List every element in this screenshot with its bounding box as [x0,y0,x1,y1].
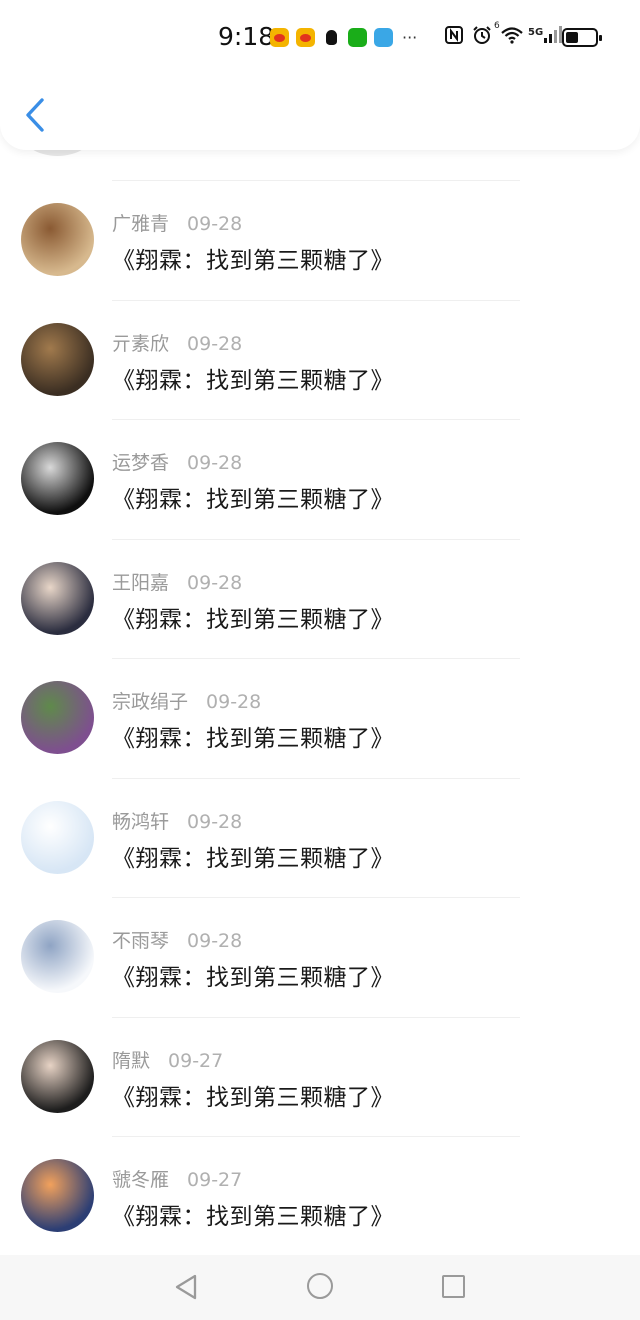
circle-home-icon[interactable] [307,1273,333,1299]
username[interactable]: 隋默 [112,1050,150,1072]
avatar[interactable] [21,1039,94,1113]
alarm-icon [473,26,491,44]
username[interactable]: 畅鸿轩 [112,811,169,833]
username[interactable]: 宗政绢子 [112,691,188,713]
comment-meta: 宗政绢子 09-28 [112,687,261,714]
comment-date: 09-28 [187,332,243,355]
avatar[interactable] [21,322,94,396]
more-notifications-icon: ··· [402,28,418,47]
notification-icons: ··· [270,28,417,47]
list-item[interactable]: 运梦香 09-28 《翔霖：找到第三颗糖了》 [0,420,640,540]
comment-text[interactable]: 《翔霖：找到第三颗糖了》 [112,1078,394,1112]
comment-text[interactable]: 《翔霖：找到第三颗糖了》 [112,839,394,873]
list-item[interactable]: 隋默 09-27 《翔霖：找到第三颗糖了》 [0,1018,640,1138]
comment-text[interactable]: 《翔霖：找到第三颗糖了》 [112,1197,394,1231]
avatar[interactable] [21,203,94,276]
comment-list[interactable]: 广雅青 09-28 《翔霖：找到第三颗糖了》 亓素欣 09-28 《翔霖：找到第三颗糖了》… [0,0,640,1255]
system-icons: 6 5G [444,21,562,45]
list-item[interactable]: 广雅青 09-28 《翔霖：找到第三颗糖了》 [0,181,640,301]
comment-date: 09-28 [187,571,243,594]
avatar[interactable] [21,1159,94,1232]
comment-text[interactable]: 《翔霖：找到第三颗糖了》 [112,241,394,275]
comment-date: 09-28 [187,930,243,952]
list-item[interactable]: 不雨琴 09-28 《翔霖：找到第三颗糖了》 [0,898,640,1018]
avatar[interactable] [21,681,94,754]
comment-meta: 亓素欣 09-28 [112,329,242,356]
app-icon [374,28,393,47]
square-recent-icon[interactable] [442,1275,465,1298]
list-item[interactable]: 宗政绢子 09-28 《翔霖：找到第三颗糖了》 [0,659,640,779]
wechat-icon [348,28,367,47]
comment-text[interactable]: 《翔霖：找到第三颗糖了》 [112,719,394,753]
comment-meta: 王阳嘉 09-28 [112,568,242,595]
comment-date: 09-28 [187,452,243,474]
avatar[interactable] [21,920,94,993]
header: 9:18 ··· 6 5G [0,0,640,150]
username[interactable]: 广雅青 [112,213,169,235]
comment-meta: 隋默 09-27 [112,1046,223,1073]
weibo-icon [296,28,315,47]
comment-text[interactable]: 《翔霖：找到第三颗糖了》 [112,600,394,634]
comment-text[interactable]: 《翔霖：找到第三颗糖了》 [112,958,394,992]
comment-meta: 畅鸿轩 09-28 [112,807,242,834]
username[interactable]: 亓素欣 [112,333,169,355]
comment-date: 09-28 [187,810,243,833]
username[interactable]: 运梦香 [112,452,169,474]
comment-text[interactable]: 《翔霖：找到第三颗糖了》 [112,361,394,395]
list-item[interactable]: 亓素欣 09-28 《翔霖：找到第三颗糖了》 [0,301,640,421]
list-item[interactable]: 王阳嘉 09-28 《翔霖：找到第三颗糖了》 [0,540,640,660]
list-item[interactable]: 虢冬雁 09-27 《翔霖：找到第三颗糖了》 [0,1137,640,1255]
comment-meta: 广雅青 09-28 [112,209,242,236]
comment-text[interactable]: 《翔霖：找到第三颗糖了》 [112,480,394,514]
wifi-icon [501,27,523,44]
comment-date: 09-28 [206,691,262,713]
avatar[interactable] [21,442,94,515]
comment-meta: 虢冬雁 09-27 [112,1165,242,1192]
status-time: 9:18 [218,22,275,51]
chevron-left-icon[interactable] [20,96,50,134]
triangle-back-icon[interactable] [174,1273,198,1301]
list-item[interactable]: 畅鸿轩 09-28 《翔霖：找到第三颗糖了》 [0,779,640,899]
qq-icon [322,28,341,47]
username[interactable]: 不雨琴 [112,930,169,952]
signal-label: 5G [528,27,544,38]
nfc-icon [445,26,463,44]
battery-icon [562,28,602,47]
weibo-icon [270,28,289,47]
comment-date: 09-27 [187,1169,243,1191]
comment-date: 09-28 [187,213,243,235]
comment-meta: 运梦香 09-28 [112,448,242,475]
username[interactable]: 虢冬雁 [112,1169,169,1191]
username[interactable]: 王阳嘉 [112,572,169,594]
system-nav-bar [0,1255,640,1320]
avatar[interactable] [21,800,94,874]
comment-date: 09-27 [168,1049,224,1072]
comment-meta: 不雨琴 09-28 [112,926,242,953]
avatar[interactable] [21,561,94,635]
wifi-label: 6 [494,21,500,31]
